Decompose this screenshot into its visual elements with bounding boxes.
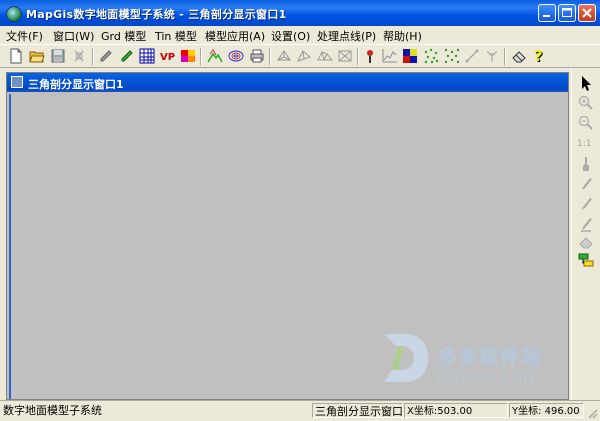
status-x-coordinate: X坐标:503.00 bbox=[404, 403, 508, 418]
eraser-tool-icon[interactable] bbox=[578, 234, 594, 250]
toolbar: VP ?? bbox=[0, 44, 600, 68]
resize-grip-icon[interactable] bbox=[586, 407, 598, 419]
menu-model-application[interactable]: 模型应用(A) bbox=[205, 28, 265, 44]
color-palette-icon[interactable] bbox=[180, 48, 196, 64]
new-icon[interactable] bbox=[8, 48, 24, 64]
svg-text:?: ? bbox=[534, 48, 543, 64]
grid-icon[interactable] bbox=[139, 48, 155, 64]
pen-icon[interactable] bbox=[578, 156, 594, 172]
pointer-icon[interactable] bbox=[578, 75, 594, 91]
status-y-coordinate: Y坐标: 496.00 bbox=[509, 403, 584, 418]
rings-icon[interactable] bbox=[228, 48, 244, 64]
toolbar-separator bbox=[357, 48, 359, 65]
minimize-button[interactable] bbox=[538, 4, 556, 22]
print-icon[interactable] bbox=[249, 48, 265, 64]
disabled-tool-icon[interactable] bbox=[71, 48, 87, 64]
scatter-icon[interactable] bbox=[423, 48, 439, 64]
close-icon bbox=[582, 8, 592, 18]
layers-icon[interactable] bbox=[578, 252, 594, 268]
watermark-logo-icon bbox=[384, 334, 428, 382]
save-icon[interactable] bbox=[50, 48, 66, 64]
menu-tin-model[interactable]: Tin 模型 bbox=[155, 28, 197, 44]
help-icon[interactable]: ?? bbox=[532, 48, 548, 64]
menu-process-points-lines[interactable]: 处理点线(P) bbox=[317, 28, 376, 44]
eraser-icon[interactable] bbox=[511, 48, 527, 64]
maximize-button[interactable] bbox=[558, 4, 576, 22]
child-window-title-bar[interactable]: 三角剖分显示窗口1 bbox=[7, 73, 568, 92]
status-bar: 数字地面模型子系统 三角剖分显示窗口 X坐标:503.00 Y坐标: 496.0… bbox=[0, 400, 600, 421]
profile-chart-icon[interactable] bbox=[382, 48, 398, 64]
vp-icon[interactable]: VP bbox=[160, 48, 176, 64]
zoom-in-icon[interactable] bbox=[578, 95, 594, 111]
tin-tool-4-icon[interactable] bbox=[337, 48, 353, 64]
child-window-title: 三角剖分显示窗口1 bbox=[28, 78, 124, 91]
tin-tool-2-icon[interactable] bbox=[296, 48, 312, 64]
menu-help[interactable]: 帮助(H) bbox=[383, 28, 422, 44]
right-toolbar: 1:1 bbox=[571, 68, 600, 400]
toolbar-separator bbox=[504, 48, 506, 65]
app-globe-icon[interactable] bbox=[6, 6, 22, 22]
close-button[interactable] bbox=[578, 4, 596, 22]
scatter-green-icon[interactable] bbox=[444, 48, 460, 64]
tin-tool-1-icon[interactable] bbox=[276, 48, 292, 64]
status-system-name: 数字地面模型子系统 bbox=[3, 404, 102, 417]
brush-icon[interactable] bbox=[578, 216, 594, 232]
tin-tool-3-icon[interactable] bbox=[317, 48, 333, 64]
zoom-out-icon[interactable] bbox=[578, 115, 594, 131]
toolbar-separator bbox=[200, 48, 202, 65]
3d-view-icon[interactable] bbox=[402, 48, 418, 64]
toolbar-separator bbox=[269, 48, 271, 65]
scale-1-1-button[interactable]: 1:1 bbox=[577, 139, 591, 149]
vp-label: VP bbox=[160, 52, 175, 63]
minimize-icon bbox=[543, 15, 550, 17]
watermark-url: ddooo.com bbox=[437, 366, 542, 387]
menu-file[interactable]: 文件(F) bbox=[6, 28, 43, 44]
status-window-name: 三角剖分显示窗口 bbox=[312, 403, 403, 418]
contour-icon[interactable] bbox=[207, 48, 223, 64]
menu-window[interactable]: 窗口(W) bbox=[53, 28, 94, 44]
green-pencil-icon[interactable] bbox=[119, 48, 135, 64]
toolbar-separator bbox=[92, 48, 94, 65]
maximize-icon bbox=[562, 8, 572, 17]
line-icon[interactable] bbox=[578, 196, 594, 212]
open-icon[interactable] bbox=[29, 48, 45, 64]
window-title: MapGis数字地面模型子系统 - 三角剖分显示窗口1 bbox=[26, 8, 287, 21]
menu-grd-model[interactable]: Grd 模型 bbox=[101, 28, 146, 44]
probe-icon[interactable] bbox=[362, 48, 378, 64]
child-window-icon[interactable] bbox=[11, 76, 23, 88]
line-tool-icon[interactable] bbox=[464, 48, 480, 64]
title-bar: MapGis数字地面模型子系统 - 三角剖分显示窗口1 bbox=[0, 0, 600, 26]
menu-bar: 文件(F) 窗口(W) Grd 模型 Tin 模型 模型应用(A) 设置(O) … bbox=[0, 26, 600, 44]
menu-settings[interactable]: 设置(O) bbox=[271, 28, 310, 44]
branch-icon[interactable] bbox=[484, 48, 500, 64]
pencil-icon[interactable] bbox=[98, 48, 114, 64]
pencil-tool-icon[interactable] bbox=[578, 176, 594, 192]
